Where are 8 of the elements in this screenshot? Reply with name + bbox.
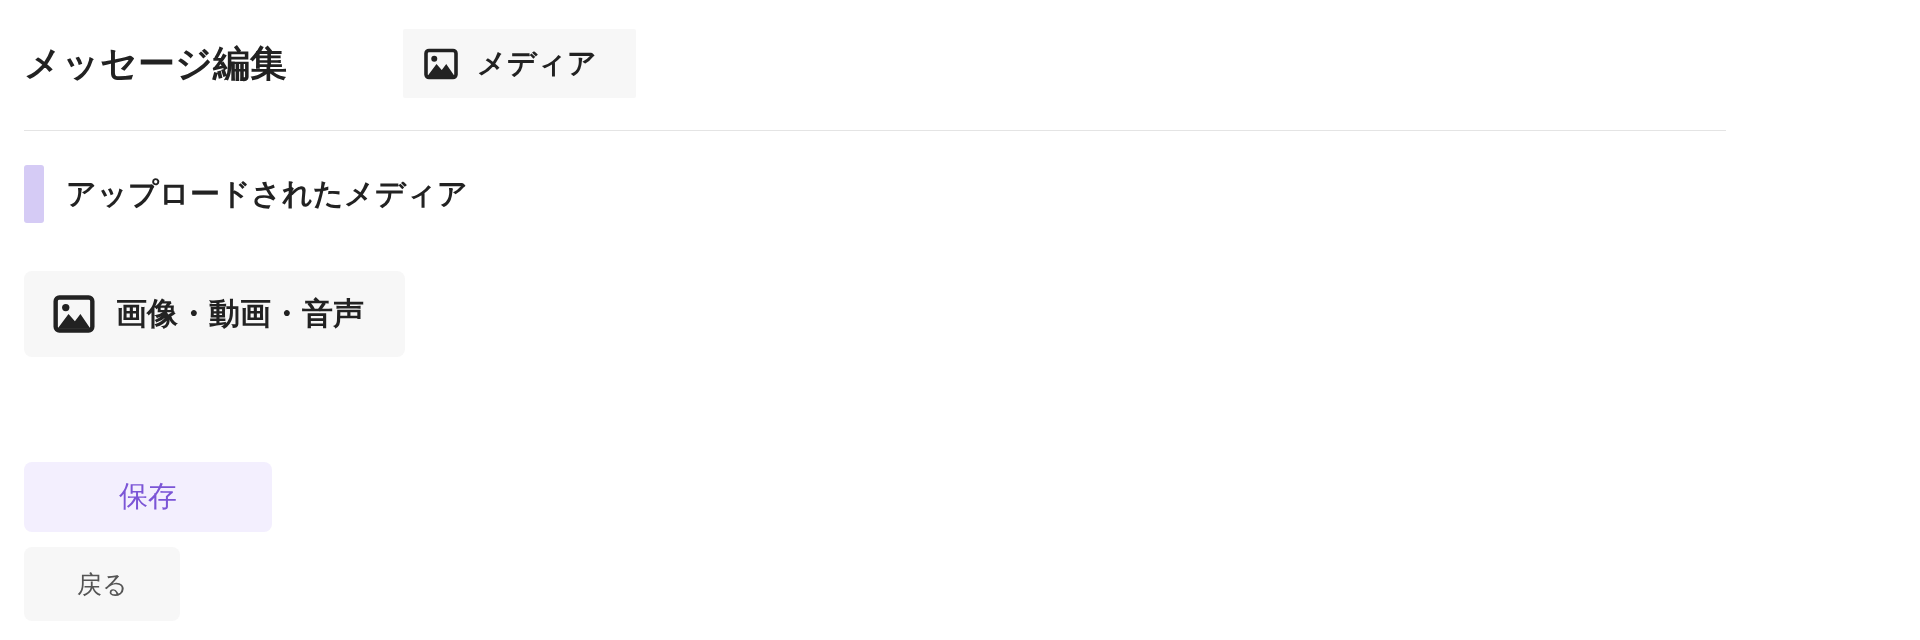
back-button[interactable]: 戻る [24, 547, 180, 621]
section-heading: アップロードされたメディア [66, 174, 468, 213]
media-tab[interactable]: メディア [403, 29, 636, 98]
page-title: メッセージ編集 [24, 40, 287, 87]
accent-bar [24, 165, 44, 223]
media-button[interactable]: 画像・動画・音声 [24, 271, 405, 357]
image-icon [52, 292, 96, 336]
save-button[interactable]: 保存 [24, 462, 272, 532]
